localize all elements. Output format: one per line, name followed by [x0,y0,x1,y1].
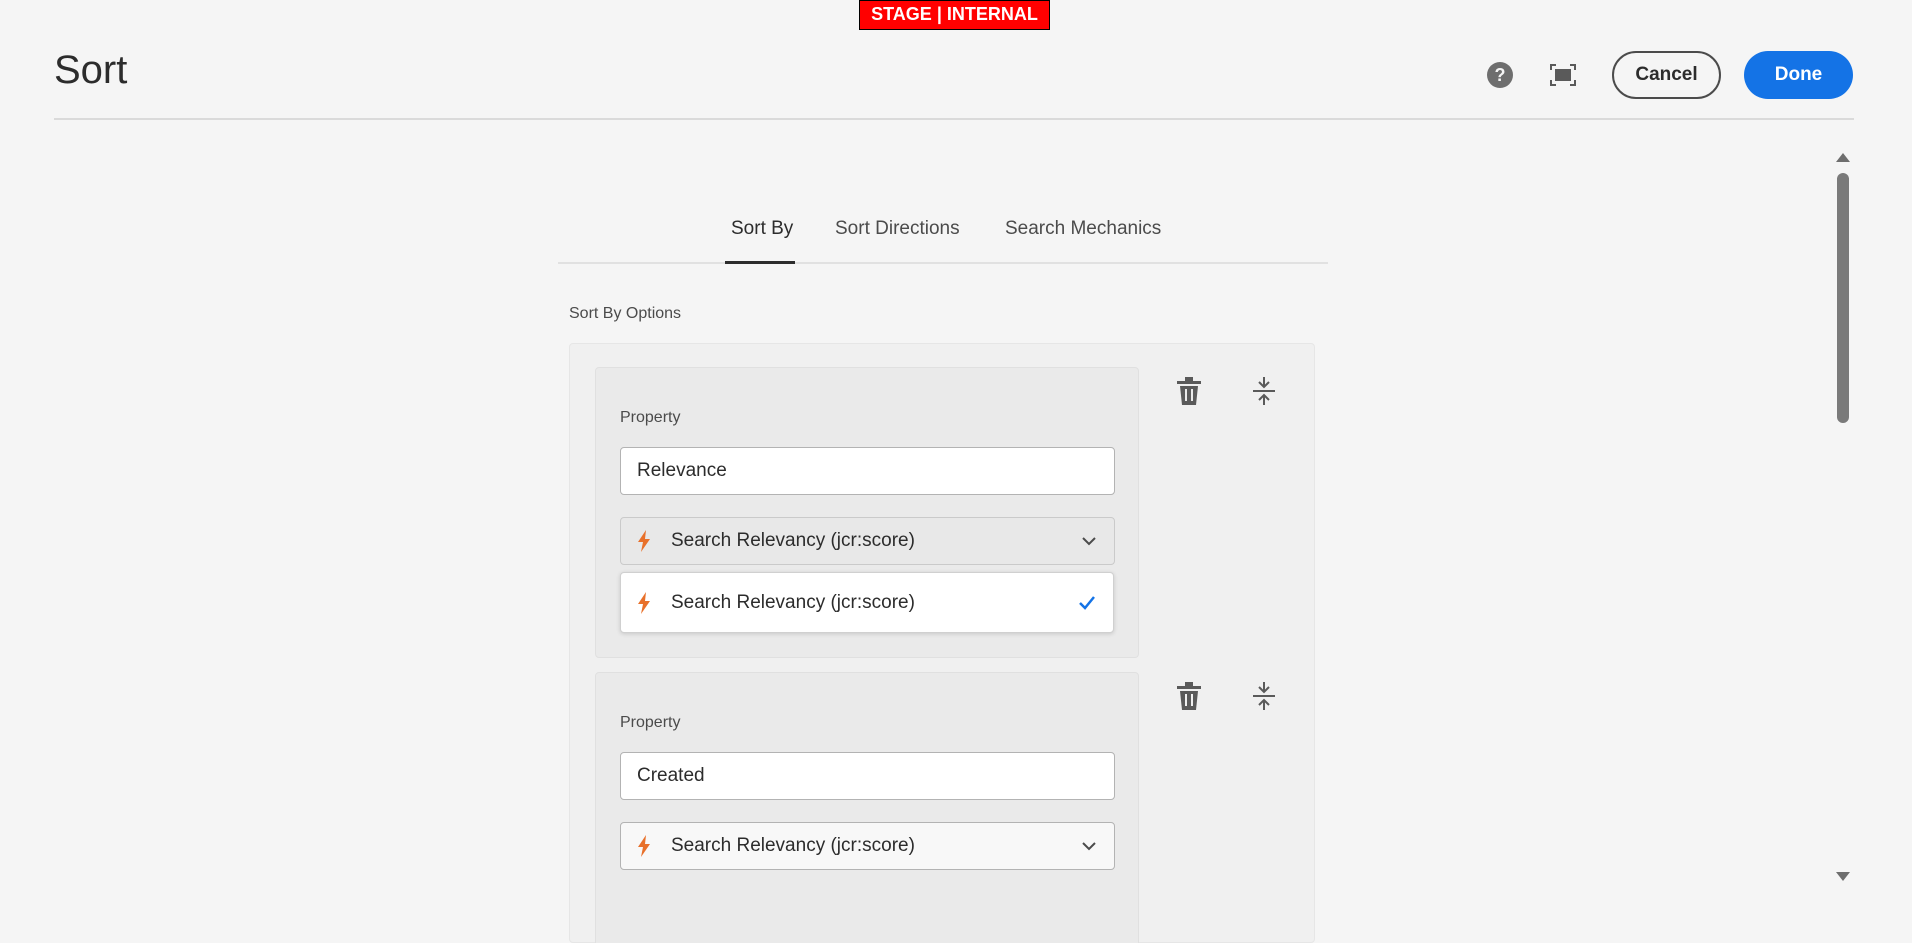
fullscreen-icon [1550,64,1576,86]
tab-sort-directions[interactable]: Sort Directions [835,218,960,240]
bolt-icon [637,591,655,614]
sort-field-select[interactable]: Search Relevancy (jcr:score) [620,822,1115,870]
header-divider [54,118,1854,120]
cancel-button[interactable]: Cancel [1612,51,1721,99]
reorder-handle[interactable] [1248,680,1280,712]
dropdown-option-label: Search Relevancy (jcr:score) [671,591,915,613]
scroll-down-arrow-icon[interactable] [1835,870,1851,884]
select-value: Search Relevancy (jcr:score) [671,530,915,551]
done-button[interactable]: Done [1744,51,1853,99]
page-title: Sort [54,48,128,92]
reorder-handle[interactable] [1248,375,1280,407]
trash-icon [1177,377,1201,405]
chevron-down-icon [1080,837,1098,855]
fullscreen-button[interactable] [1547,59,1579,91]
tab-sort-by[interactable]: Sort By [731,218,793,240]
scroll-thumb[interactable] [1837,173,1849,423]
delete-button[interactable] [1173,375,1205,407]
chevron-down-icon [1080,532,1098,550]
sort-by-options-label: Sort By Options [569,305,682,322]
drag-handle-icon [1253,377,1275,405]
environment-badge: STAGE | INTERNAL [859,0,1050,30]
tab-search-mechanics[interactable]: Search Mechanics [1005,218,1161,240]
bolt-icon [637,835,655,857]
sort-field-select[interactable]: Search Relevancy (jcr:score) [620,517,1115,565]
tabs-divider [558,262,1328,264]
delete-button[interactable] [1173,680,1205,712]
vertical-scrollbar[interactable] [1832,146,1854,886]
property-label: Property [620,714,681,731]
help-icon: ? [1487,62,1513,88]
select-value: Search Relevancy (jcr:score) [671,835,915,856]
active-tab-indicator [725,261,795,264]
trash-icon [1177,682,1201,710]
help-button[interactable]: ? [1484,59,1516,91]
property-label: Property [620,409,681,426]
drag-handle-icon [1253,682,1275,710]
scroll-up-arrow-icon[interactable] [1835,150,1851,164]
tab-list: Sort By Sort Directions Search Mechanics [558,206,1328,264]
dropdown-option[interactable]: Search Relevancy (jcr:score) [621,573,1113,632]
sort-option-item: Property Created Search Relevancy (jcr:s… [595,672,1139,943]
bolt-icon [637,530,655,552]
sort-field-dropdown-menu: Search Relevancy (jcr:score) [620,572,1114,633]
property-input[interactable]: Relevance [620,447,1115,495]
property-input[interactable]: Created [620,752,1115,800]
checkmark-icon [1077,593,1097,613]
